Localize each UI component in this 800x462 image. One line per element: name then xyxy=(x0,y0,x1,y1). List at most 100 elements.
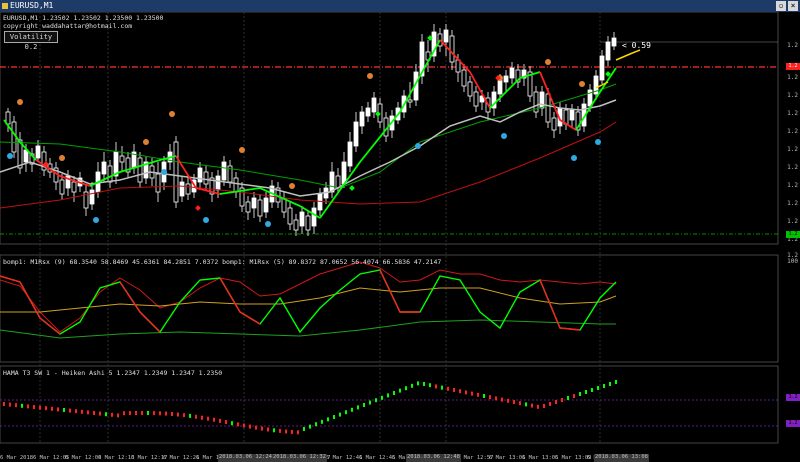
chart-canvas[interactable] xyxy=(0,12,800,451)
candle-body xyxy=(407,99,413,103)
heiken-ashi-bar xyxy=(231,421,233,426)
heiken-ashi-bar xyxy=(27,404,29,409)
time-axis-label: 6 Mar 13:09 xyxy=(555,455,592,461)
ma-green-line xyxy=(0,83,617,189)
candle-body xyxy=(179,181,185,197)
time-axis-highlight: 2018.03.06 13:08 xyxy=(594,454,649,462)
time-axis-label: 6 Mar 12:17 xyxy=(131,455,168,461)
heiken-ashi-bar xyxy=(603,384,605,388)
heiken-ashi-bar xyxy=(105,412,107,417)
price-axis-label: 1.2 xyxy=(787,128,798,135)
heiken-ashi-bar xyxy=(117,413,119,418)
heiken-ashi-bar xyxy=(81,409,83,414)
signal-marker-orange xyxy=(545,59,551,65)
candle-body xyxy=(197,167,203,183)
heiken-ashi-bar xyxy=(309,424,311,429)
price-axis-label: 1.2 xyxy=(787,92,798,99)
candle-body xyxy=(347,141,353,167)
candle-body xyxy=(221,161,227,181)
volatility-button[interactable]: Volatility 0.2 xyxy=(4,31,58,51)
heiken-ashi-bar xyxy=(9,402,11,407)
signal-marker-orange xyxy=(579,81,585,87)
time-axis-label: 6 Mar 2018 xyxy=(0,455,34,461)
signal-marker-blue xyxy=(265,221,271,227)
heiken-ashi-bar xyxy=(573,394,575,398)
heiken-ashi-bar xyxy=(381,395,383,400)
candle-body xyxy=(569,109,575,121)
heiken-ashi-bar xyxy=(303,427,305,431)
time-axis-highlight: 2018.03.06 12:48 xyxy=(406,454,461,462)
heiken-ashi-bar xyxy=(279,428,281,433)
candle-body xyxy=(263,197,269,213)
signal-marker-blue xyxy=(415,143,421,149)
candle-body xyxy=(23,149,29,163)
candle-body xyxy=(215,175,221,191)
candle-body xyxy=(287,207,293,225)
ind2-level-tag: 1.2 xyxy=(786,420,800,427)
signal-marker-blue xyxy=(203,217,209,223)
price-axis-label: 1.2 xyxy=(787,74,798,81)
heiken-ashi-bar xyxy=(123,411,125,416)
candle-body xyxy=(311,207,317,227)
candle-body xyxy=(329,171,335,193)
candle-body xyxy=(539,91,545,109)
heiken-ashi-bar xyxy=(525,402,527,407)
close-button[interactable]: × xyxy=(788,1,798,11)
heiken-ashi-bar xyxy=(333,415,335,419)
heiken-ashi-bar xyxy=(363,403,365,407)
signal-marker-blue xyxy=(595,139,601,145)
heiken-ashi-bar xyxy=(153,411,155,416)
callout-text: < 0.59 xyxy=(622,41,651,50)
heiken-ashi-bar xyxy=(477,392,479,397)
heiken-ashi-bar xyxy=(483,394,485,398)
heiken-ashi-bar xyxy=(405,386,407,391)
time-axis-label: 6 Mar 12:57 xyxy=(457,455,494,461)
time-axis-label: 6 Mar 12:41 xyxy=(326,455,363,461)
heiken-ashi-bar xyxy=(15,403,17,408)
candle-body xyxy=(233,177,239,193)
time-axis-highlight: 2018.03.06 12:32 xyxy=(272,454,327,462)
signal-marker-orange xyxy=(289,183,295,189)
window-titlebar[interactable]: EURUSD,M1 ▫ × xyxy=(0,0,800,12)
heiken-ashi-bar xyxy=(75,409,77,414)
signal-marker-blue xyxy=(93,217,99,223)
heiken-ashi-bar xyxy=(111,412,113,417)
time-axis-label: 6 Mar 12:45 xyxy=(359,455,396,461)
candle-body xyxy=(605,41,611,61)
signal-marker-orange xyxy=(143,139,149,145)
signal-marker-blue xyxy=(571,155,577,161)
heiken-ashi-bar xyxy=(45,406,47,411)
symbol-quote: EURUSD,M1 1.23502 1.23502 1.23500 1.2350… xyxy=(3,14,164,22)
heiken-ashi-bar xyxy=(399,388,401,393)
heiken-ashi-bar xyxy=(453,388,455,392)
indicator1-panel-border xyxy=(0,254,779,363)
indicator2-label: HAMA T3 SW 1 - Heiken Ashi 5 1.2347 1.23… xyxy=(3,369,223,377)
candle-body xyxy=(251,197,257,209)
heiken-ashi-bar xyxy=(171,412,173,417)
heiken-ashi-bar xyxy=(315,422,317,427)
heiken-ashi-bar xyxy=(351,407,353,412)
heiken-ashi-bar xyxy=(447,386,449,391)
heiken-ashi-bar xyxy=(33,405,35,409)
candle-body xyxy=(317,193,323,211)
restore-button[interactable]: ▫ xyxy=(776,1,786,11)
heiken-ashi-bar xyxy=(465,390,467,395)
candle-body xyxy=(245,201,251,213)
heiken-ashi-bar xyxy=(369,400,371,405)
heiken-ashi-bar xyxy=(177,412,179,417)
candle-body xyxy=(71,181,77,193)
signal-marker-orange xyxy=(367,73,373,79)
rsx-fast-down xyxy=(0,275,61,335)
heiken-ashi-bar xyxy=(357,405,359,410)
chart-area[interactable]: EURUSD,M1 1.23502 1.23502 1.23500 1.2350… xyxy=(0,12,800,462)
heiken-ashi-bar xyxy=(411,383,413,388)
candle-body xyxy=(173,141,179,203)
signal-marker-orange xyxy=(17,99,23,105)
heiken-ashi-bar xyxy=(441,385,443,390)
price-axis-label: 1.2 xyxy=(787,110,798,117)
candle-body xyxy=(353,121,359,147)
heiken-ashi-bar xyxy=(495,396,497,401)
heiken-ashi-bar xyxy=(57,407,59,412)
candle-body xyxy=(365,107,371,117)
heiken-ashi-bar xyxy=(339,412,341,417)
